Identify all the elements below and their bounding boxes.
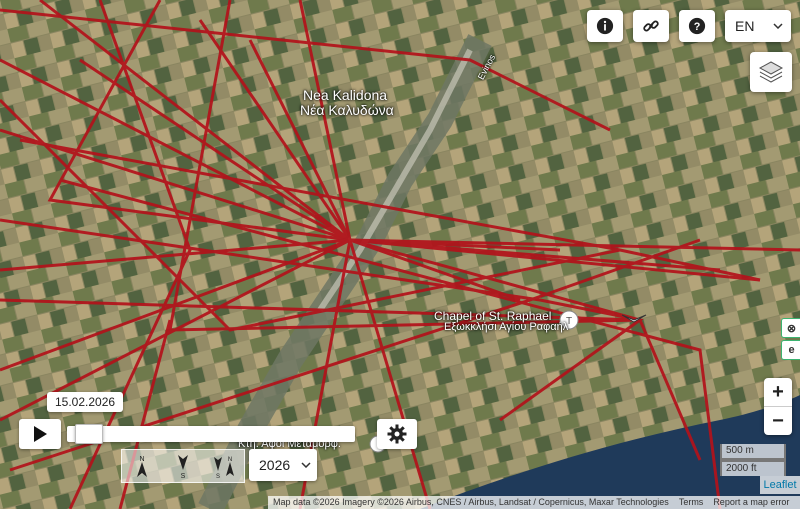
south-arrow-icon: S: [178, 455, 188, 479]
svg-text:N: N: [140, 456, 145, 463]
language-value: EN: [735, 18, 755, 34]
timeline-slider[interactable]: [67, 424, 355, 444]
place-label-chapel-local: Εξωκκλήσι Αγίου Ραφαήλ: [444, 321, 569, 333]
zoom-control: + −: [764, 378, 792, 435]
info-icon: [596, 17, 614, 35]
side-tab-e[interactable]: e: [781, 340, 800, 360]
help-button[interactable]: ?: [679, 10, 715, 42]
scale-metric: 500 m: [720, 444, 786, 460]
zoom-out-button[interactable]: −: [764, 407, 792, 435]
year-select[interactable]: 2026: [249, 449, 317, 481]
attribution-data: Map data ©2026 Imagery ©2026 Airbus, CNE…: [273, 497, 669, 507]
side-tabs: ⊗ e: [781, 318, 800, 362]
language-select[interactable]: EN: [725, 10, 791, 42]
timeline-slider-thumb[interactable]: [75, 424, 103, 444]
play-icon: [34, 426, 47, 442]
share-link-button[interactable]: [633, 10, 669, 42]
help-icon: ?: [688, 17, 706, 35]
orientation-both-button[interactable]: SN: [203, 450, 244, 482]
chevron-down-icon: [773, 23, 783, 29]
scale-bar: 500 m 2000 ft: [720, 444, 786, 476]
north-arrow-icon: N: [137, 456, 148, 477]
svg-text:S: S: [181, 473, 186, 479]
place-label-nea-kalidona-local: Νέα Καλυδώνα: [300, 102, 394, 118]
svg-text:S: S: [216, 474, 220, 479]
map-attribution: Map data ©2026 Imagery ©2026 Airbus, CNE…: [268, 496, 800, 509]
info-button[interactable]: [587, 10, 623, 42]
scale-imperial: 2000 ft: [720, 460, 786, 476]
orientation-south-up-button[interactable]: S: [163, 450, 204, 482]
report-error-link[interactable]: Report a map error: [708, 496, 794, 509]
layers-button[interactable]: [750, 52, 792, 92]
orientation-selector: N S SN: [121, 449, 245, 483]
north-south-arrows-icon: SN: [213, 457, 234, 479]
layers-icon: [758, 61, 784, 83]
settings-button[interactable]: [377, 419, 417, 449]
terms-link[interactable]: Terms: [674, 496, 709, 509]
svg-text:?: ?: [694, 21, 701, 33]
gear-icon: [387, 424, 407, 444]
year-value: 2026: [259, 457, 291, 473]
link-icon: [643, 20, 659, 32]
timeline-date-label: 15.02.2026: [47, 392, 124, 412]
leaflet-link[interactable]: Leaflet: [760, 476, 800, 494]
chevron-down-icon: [301, 462, 311, 468]
zoom-in-button[interactable]: +: [764, 378, 792, 407]
place-label-nea-kalidona: Nea Kalidona: [303, 87, 388, 103]
side-tab-close[interactable]: ⊗: [781, 318, 800, 338]
play-button[interactable]: [19, 419, 61, 449]
orientation-north-up-button[interactable]: N: [122, 450, 163, 482]
